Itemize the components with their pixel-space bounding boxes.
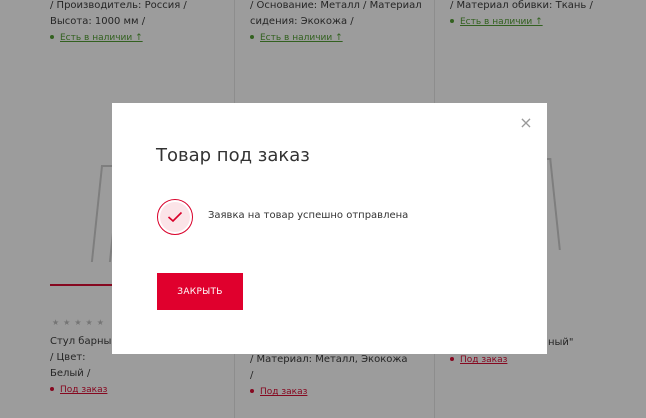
close-icon[interactable]: × (519, 115, 533, 131)
success-check-inner (160, 202, 190, 232)
order-success-modal: × Товар под заказ Заявка на товар успешн… (112, 103, 547, 354)
checkmark-icon (167, 211, 183, 223)
modal-title: Товар под заказ (156, 145, 310, 166)
success-message: Заявка на товар успешно отправлена (208, 210, 409, 221)
success-check-icon (157, 199, 193, 235)
close-button[interactable]: ЗАКРЫТЬ (157, 273, 243, 310)
